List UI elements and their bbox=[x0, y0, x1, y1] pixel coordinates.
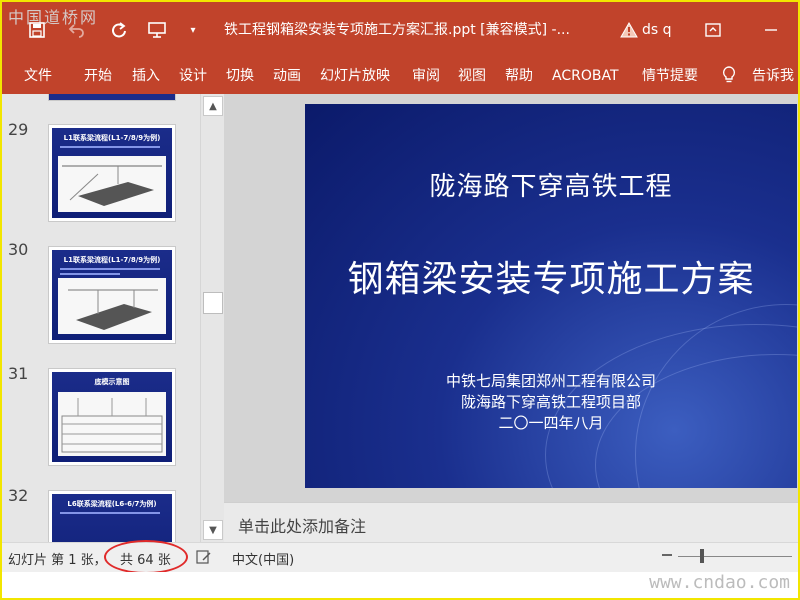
thumbnail-title: L1联系梁流程(L1-7/8/9为例) bbox=[63, 256, 161, 264]
tab-slideshow[interactable]: 幻灯片放映 bbox=[320, 66, 390, 86]
title-bar: 中国道桥网 ▾ 铁工程钢箱梁安装专项施工方案汇报.ppt [兼容模式] -...… bbox=[2, 2, 798, 58]
minimize-icon[interactable] bbox=[758, 18, 784, 42]
tab-storyboard[interactable]: 情节提要 bbox=[642, 66, 698, 86]
thumbnail-number: 32 bbox=[8, 486, 29, 505]
redo-icon[interactable] bbox=[106, 18, 132, 42]
present-from-start-icon[interactable] bbox=[144, 18, 170, 42]
customize-toolbar-icon[interactable]: ▾ bbox=[180, 18, 206, 42]
tab-insert[interactable]: 插入 bbox=[132, 66, 160, 86]
thumbnail-title: 底模示意图 bbox=[94, 378, 130, 386]
notes-placeholder[interactable]: 单击此处添加备注 bbox=[238, 513, 366, 537]
slide-title[interactable]: 陇海路下穿高铁工程 bbox=[305, 166, 797, 203]
thumbnail-text-line bbox=[60, 268, 160, 270]
current-slide[interactable]: 陇海路下穿高铁工程 钢箱梁安装专项施工方案 中铁七局集团郑州工程有限公司 陇海路… bbox=[305, 104, 797, 488]
tab-help[interactable]: 帮助 bbox=[505, 66, 533, 86]
thumbnail-title: L6联系梁流程(L6-6/7为例) bbox=[67, 500, 157, 508]
tab-home[interactable]: 开始 bbox=[84, 66, 112, 86]
tab-design[interactable]: 设计 bbox=[179, 66, 207, 86]
ribbon-tabs: 文件 开始 插入 设计 切换 动画 幻灯片放映 审阅 视图 帮助 ACROBAT… bbox=[2, 58, 798, 94]
thumbnail-drawing bbox=[58, 278, 166, 334]
zoom-slider[interactable] bbox=[678, 556, 792, 557]
user-name[interactable]: ds q bbox=[642, 20, 672, 40]
tab-file[interactable]: 文件 bbox=[24, 66, 52, 86]
warning-icon bbox=[616, 18, 642, 42]
thumbnail-number: 30 bbox=[8, 240, 29, 259]
thumbnail-slide-30[interactable]: L1联系梁流程(L1-7/8/9为例) bbox=[48, 246, 176, 344]
document-title: 铁工程钢箱梁安装专项施工方案汇报.ppt [兼容模式] -... bbox=[224, 22, 570, 38]
tab-review[interactable]: 审阅 bbox=[412, 66, 440, 86]
slide-main-title[interactable]: 钢箱梁安装专项施工方案 bbox=[305, 250, 797, 302]
undo-icon[interactable] bbox=[64, 18, 90, 42]
thumbnail-text-line bbox=[60, 146, 160, 148]
tab-transitions[interactable]: 切换 bbox=[226, 66, 254, 86]
footer-strip: www.cndao.com bbox=[2, 572, 798, 598]
language-indicator[interactable]: 中文(中国) bbox=[232, 549, 294, 568]
lightbulb-icon[interactable] bbox=[722, 66, 736, 90]
slide-thumbnail-pane: 29 L1联系梁流程(L1-7/8/9为例) 30 L1联系梁流程(L1-7/8… bbox=[2, 94, 224, 542]
zoom-out-icon[interactable] bbox=[662, 554, 672, 556]
thumbnail-drawing bbox=[58, 392, 166, 456]
tell-me-box[interactable]: 告诉我 bbox=[752, 66, 794, 86]
highlight-annotation bbox=[104, 540, 188, 574]
thumbnail-number: 31 bbox=[8, 364, 29, 383]
tab-view[interactable]: 视图 bbox=[458, 66, 486, 86]
thumbnail-slide-29[interactable]: L1联系梁流程(L1-7/8/9为例) bbox=[48, 124, 176, 222]
slide-org-line1[interactable]: 中铁七局集团郑州工程有限公司 bbox=[305, 370, 797, 391]
thumbnail-drawing bbox=[58, 156, 166, 212]
thumbnail-scrollbar[interactable]: ▲ ▼ bbox=[200, 94, 223, 542]
thumbnail-partial[interactable] bbox=[48, 94, 176, 101]
tab-animations[interactable]: 动画 bbox=[273, 66, 301, 86]
scroll-thumb[interactable] bbox=[203, 292, 223, 314]
spelling-check-icon[interactable] bbox=[196, 549, 212, 569]
thumbnail-text-line bbox=[60, 273, 120, 275]
notes-pane[interactable]: 单击此处添加备注 bbox=[224, 502, 798, 543]
thumbnail-preview: 底模示意图 bbox=[52, 372, 172, 462]
thumbnail-text-line bbox=[60, 512, 160, 514]
ribbon-display-options-icon[interactable] bbox=[700, 18, 726, 42]
slide-date[interactable]: 二〇一四年八月 bbox=[305, 412, 797, 433]
slide-position: 幻灯片 第 1 张， bbox=[8, 553, 107, 568]
thumbnail-slide-32[interactable]: L6联系梁流程(L6-6/7为例) bbox=[48, 490, 176, 542]
powerpoint-window: 中国道桥网 ▾ 铁工程钢箱梁安装专项施工方案汇报.ppt [兼容模式] -...… bbox=[0, 0, 800, 600]
thumbnail-preview: L6联系梁流程(L6-6/7为例) bbox=[52, 494, 172, 542]
thumbnail-title: L1联系梁流程(L1-7/8/9为例) bbox=[63, 134, 161, 142]
zoom-slider-knob[interactable] bbox=[700, 549, 704, 563]
save-icon[interactable] bbox=[24, 18, 50, 42]
thumbnail-slide-31[interactable]: 底模示意图 bbox=[48, 368, 176, 466]
watermark-url: www.cndao.com bbox=[649, 572, 790, 593]
slide-org-line2[interactable]: 陇海路下穿高铁工程项目部 bbox=[305, 391, 797, 412]
tab-acrobat[interactable]: ACROBAT bbox=[552, 66, 619, 86]
thumbnail-preview: L1联系梁流程(L1-7/8/9为例) bbox=[52, 128, 172, 218]
scroll-down-icon[interactable]: ▼ bbox=[203, 520, 223, 540]
scroll-up-icon[interactable]: ▲ bbox=[203, 96, 223, 116]
thumbnail-number: 29 bbox=[8, 120, 29, 139]
thumbnail-preview: L1联系梁流程(L1-7/8/9为例) bbox=[52, 250, 172, 340]
